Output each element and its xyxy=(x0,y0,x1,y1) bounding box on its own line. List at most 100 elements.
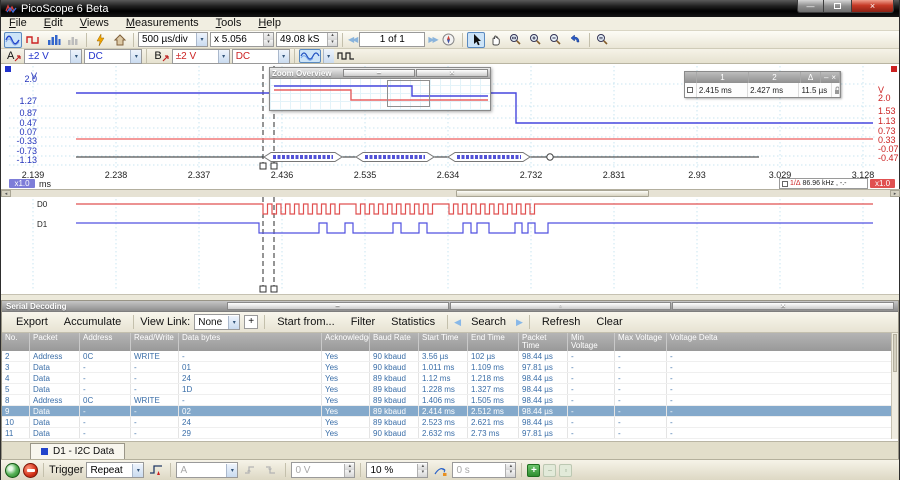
table-row[interactable]: 11Data--29Yes90 kbaud2.632 ms2.73 ms97.8… xyxy=(2,428,898,439)
table-row[interactable]: 2Address0CWRITE-Yes90 kbaud3.56 µs102 µs… xyxy=(2,351,898,362)
menu-edit[interactable]: Edit xyxy=(44,17,63,30)
channel-a-range-select[interactable]: ±2 V ▾ xyxy=(24,49,82,64)
add-link-button[interactable]: + xyxy=(244,315,258,329)
channel-a-options-icon[interactable] xyxy=(14,54,21,62)
undo-zoom-tool[interactable] xyxy=(567,32,585,48)
pretrigger-spinner[interactable]: 10 % ▴▾ xyxy=(366,462,428,478)
tab-d1-i2c-data[interactable]: D1 - I2C Data xyxy=(30,443,125,459)
export-button[interactable]: Export xyxy=(10,316,54,328)
checkbox[interactable] xyxy=(687,87,693,93)
column-header-acknowledge[interactable]: Acknowledge xyxy=(322,333,370,351)
trigger-mode-select[interactable]: Repeat ▾ xyxy=(86,462,144,478)
horizontal-scrollbar[interactable]: ◂ ▸ xyxy=(1,189,900,197)
column-header-packet-time[interactable]: Packet Time xyxy=(519,333,568,351)
scrollbar-thumb[interactable] xyxy=(893,334,897,372)
edit-measurement-button[interactable]: − xyxy=(543,464,556,477)
column-header-address[interactable]: Address xyxy=(80,333,131,351)
column-header-no-[interactable]: No. xyxy=(2,333,30,351)
table-row[interactable]: 5Data--1DYes89 kbaud1.228 ms1.327 ms98.4… xyxy=(2,384,898,395)
falling-edge-button[interactable] xyxy=(262,462,280,478)
start-capture-button[interactable] xyxy=(5,463,20,478)
search-button[interactable]: Search xyxy=(465,316,512,328)
spin-buttons[interactable]: ▴▾ xyxy=(327,33,337,46)
column-header-start-time[interactable]: Start Time xyxy=(419,333,468,351)
chevron-down-icon[interactable]: ▾ xyxy=(132,464,143,477)
sample-count-spinner[interactable]: 49.08 kS ▴▾ xyxy=(276,32,338,47)
close-icon[interactable]: × xyxy=(831,73,836,82)
marquee-zoom-tool[interactable] xyxy=(507,32,525,48)
search-next-icon[interactable]: ▶ xyxy=(516,317,523,328)
zoom-in-tool[interactable] xyxy=(527,32,545,48)
ruler-legend[interactable]: 12Δ–× 2.415 ms2.427 ms11.5 µs xyxy=(684,71,841,98)
probes-dropdown-icon[interactable]: ▾ xyxy=(323,49,334,63)
chevron-down-icon[interactable]: ▾ xyxy=(278,50,289,63)
zoom-overview-titlebar[interactable]: Zoom Overview – × xyxy=(270,68,490,79)
normal-selection-tool[interactable] xyxy=(467,32,485,48)
ruler-handle[interactable] xyxy=(260,163,266,169)
view-link-select[interactable]: None ▾ xyxy=(194,314,240,330)
right-scale-badge[interactable]: x1.0 xyxy=(870,179,895,188)
spin-buttons[interactable]: ▴▾ xyxy=(344,464,354,477)
auto-setup-button[interactable] xyxy=(91,32,109,48)
timebase-select[interactable]: 500 µs/div ▾ xyxy=(138,32,208,47)
digital-channels-button[interactable] xyxy=(336,49,356,63)
minimize-icon[interactable]: – xyxy=(227,302,449,310)
column-header-packet[interactable]: Packet xyxy=(30,333,80,351)
menu-measurements[interactable]: Measurements xyxy=(126,17,199,30)
channel-b-options-icon[interactable] xyxy=(162,54,169,62)
scroll-left-icon[interactable]: ◂ xyxy=(1,190,11,197)
start-from-button[interactable]: Start from... xyxy=(271,316,340,328)
scrollbar-thumb[interactable] xyxy=(456,190,649,197)
table-row[interactable]: 8Address0CWRITE-Yes89 kbaud1.406 ms1.505… xyxy=(2,395,898,406)
zoom-full-tool[interactable] xyxy=(594,32,612,48)
probes-button[interactable] xyxy=(299,49,321,63)
close-button[interactable]: × xyxy=(851,0,894,13)
table-row[interactable]: 9Data--02Yes89 kbaud2.414 ms2.512 ms98.4… xyxy=(2,406,898,417)
statistics-button[interactable]: Statistics xyxy=(385,316,441,328)
scroll-right-icon[interactable]: ▸ xyxy=(890,190,900,197)
menu-views[interactable]: Views xyxy=(80,17,109,30)
filter-button[interactable]: Filter xyxy=(345,316,381,328)
chevron-down-icon[interactable]: ▾ xyxy=(70,50,81,63)
zoom-overview-window[interactable]: Zoom Overview – × xyxy=(269,67,491,111)
accumulate-button[interactable]: Accumulate xyxy=(58,316,127,328)
chevron-down-icon[interactable]: ▾ xyxy=(130,50,141,63)
search-prev-icon[interactable]: ◀ xyxy=(454,317,461,328)
scope-view-button[interactable] xyxy=(4,32,22,48)
add-measurement-button[interactable]: + xyxy=(527,464,540,477)
minimize-button[interactable]: — xyxy=(797,0,824,13)
table-row[interactable]: 10Data--24Yes89 kbaud2.523 ms2.621 ms98.… xyxy=(2,417,898,428)
post-trigger-delay-button[interactable] xyxy=(431,462,449,478)
ruler-handle[interactable] xyxy=(271,286,277,292)
menu-file[interactable]: File xyxy=(9,17,27,30)
ruler-handle[interactable] xyxy=(260,286,266,292)
trigger-level-spinner[interactable]: 0 V ▴▾ xyxy=(291,462,355,478)
channel-b-range-select[interactable]: ±2 V ▾ xyxy=(172,49,230,64)
channel-b-indicator[interactable] xyxy=(891,66,897,72)
trigger-marker-button[interactable] xyxy=(147,462,165,478)
close-icon[interactable]: × xyxy=(672,302,894,310)
column-header-baud-rate[interactable]: Baud Rate xyxy=(370,333,419,351)
trigger-source-select[interactable]: A ▾ xyxy=(176,462,238,478)
menu-tools[interactable]: Tools xyxy=(216,17,242,30)
menu-help[interactable]: Help xyxy=(258,17,281,30)
channel-a-coupling-select[interactable]: DC ▾ xyxy=(84,49,142,64)
column-header-read-write[interactable]: Read/Write xyxy=(131,333,179,351)
restore-icon[interactable]: ▫ xyxy=(450,302,672,310)
decoder-scrollbar[interactable] xyxy=(891,333,898,439)
table-row[interactable]: 4Data--24Yes89 kbaud1.12 ms1.218 ms98.44… xyxy=(2,373,898,384)
delay-spinner[interactable]: 0 s ▴▾ xyxy=(452,462,516,478)
refresh-button[interactable]: Refresh xyxy=(536,316,587,328)
next-buffer-icon[interactable]: ▶▶ xyxy=(427,35,437,44)
frequency-readout[interactable]: 1/Δ 86.96 kHz , -.- xyxy=(779,178,868,189)
checkbox[interactable] xyxy=(782,181,788,187)
spin-buttons[interactable]: ▴▾ xyxy=(417,464,427,477)
zoom-region-selector[interactable] xyxy=(387,80,430,107)
clear-button[interactable]: Clear xyxy=(590,316,628,328)
minimize-icon[interactable]: – xyxy=(824,73,828,82)
zoom-out-tool[interactable] xyxy=(547,32,565,48)
digital-channel-label[interactable]: D1 xyxy=(37,220,47,229)
minimize-icon[interactable]: – xyxy=(343,69,415,77)
hand-tool[interactable] xyxy=(487,32,505,48)
chevron-down-icon[interactable]: ▾ xyxy=(218,50,229,63)
